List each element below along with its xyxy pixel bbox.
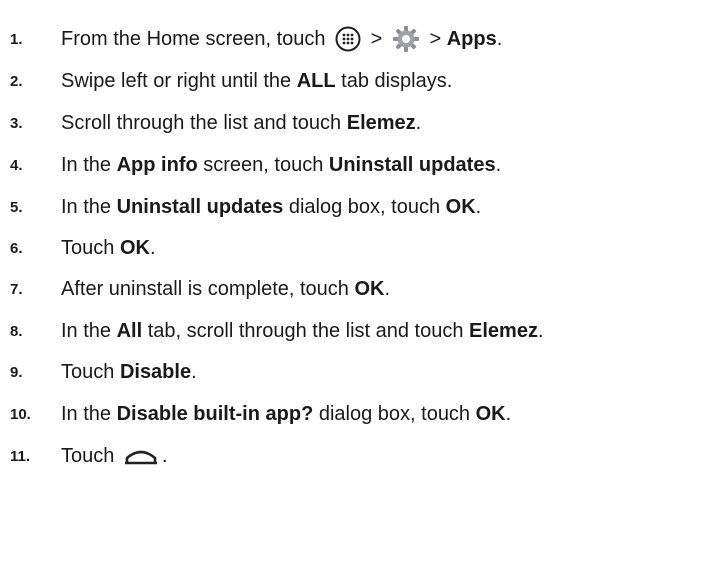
step-number: 8. [10, 322, 23, 340]
step-fragment: . [161, 444, 168, 467]
step-number: 1. [10, 30, 23, 48]
step-number: 3. [10, 114, 23, 132]
step-emphasis: OK [445, 195, 476, 218]
step-fragment: In the [61, 402, 117, 425]
step-item: 9. Touch Disable. [0, 352, 705, 392]
step-text: In the App info screen, touch Uninstall … [61, 154, 501, 177]
step-fragment: . [415, 111, 422, 134]
step-fragment: In the [61, 319, 117, 342]
step-emphasis: All [116, 319, 143, 342]
step-text: Scroll through the list and touch Elemez… [61, 112, 421, 135]
step-text: Touch Disable. [61, 361, 197, 384]
step-number: 2. [10, 72, 23, 90]
step-fragment: . [537, 319, 544, 342]
step-item: 11. Touch . [0, 436, 705, 476]
step-fragment: . [149, 236, 156, 259]
step-fragment: tab displays. [335, 69, 453, 92]
step-fragment: > [365, 27, 388, 50]
step-fragment: screen, touch [197, 153, 329, 176]
step-emphasis: OK [354, 277, 385, 300]
step-fragment: In the [61, 153, 117, 176]
step-fragment: dialog box, touch [283, 195, 446, 218]
step-fragment: . [384, 277, 391, 300]
step-number: 7. [10, 280, 23, 298]
step-text: Touch . [61, 445, 168, 468]
step-emphasis: ALL [296, 69, 336, 92]
step-item: 6. Touch OK. [0, 228, 705, 268]
step-text: In the Uninstall updates dialog box, tou… [61, 196, 481, 219]
step-fragment: . [495, 153, 502, 176]
step-emphasis: OK [119, 236, 150, 259]
step-fragment: dialog box, touch [313, 402, 476, 425]
step-text: Swipe left or right until the ALL tab di… [61, 70, 452, 93]
step-text: From the Home screen, touch > > Apps. [61, 25, 502, 53]
step-fragment: Scroll through the list and touch [61, 111, 347, 134]
step-number: 11. [10, 447, 31, 465]
step-fragment: . [505, 402, 512, 425]
step-number: 4. [10, 156, 23, 174]
home-icon [124, 446, 158, 466]
step-fragment: From the Home screen, touch [61, 27, 332, 50]
step-item: 3. Scroll through the list and touch Elem… [0, 103, 705, 143]
step-number: 10. [10, 405, 31, 423]
step-emphasis: Disable built-in app? [116, 402, 314, 425]
step-number: 6. [10, 239, 23, 257]
step-emphasis: App info [116, 153, 198, 176]
step-item: 8. In the All tab, scroll through the lis… [0, 311, 705, 351]
step-fragment: Swipe left or right until the [61, 69, 297, 92]
step-fragment: Touch [61, 236, 120, 259]
step-emphasis: OK [475, 402, 506, 425]
step-item: 2. Swipe left or right until the ALL tab … [0, 61, 705, 101]
step-fragment: tab, scroll through the list and touch [142, 319, 470, 342]
step-fragment: In the [61, 195, 117, 218]
settings-gear-icon [392, 25, 420, 53]
step-fragment: . [475, 195, 482, 218]
step-fragment: Touch [61, 360, 120, 383]
step-fragment: After uninstall is complete, touch [61, 277, 355, 300]
step-text: After uninstall is complete, touch OK. [61, 278, 390, 301]
step-text: In the All tab, scroll through the list … [61, 320, 544, 343]
step-emphasis: Disable [119, 360, 192, 383]
step-fragment: . [496, 27, 503, 50]
step-fragment: > [423, 27, 447, 50]
step-item: 4. In the App info screen, touch Uninstal… [0, 145, 705, 185]
step-fragment: Touch [61, 444, 120, 467]
step-item: 1. From the Home screen, touch > > Apps. [0, 19, 705, 59]
step-number: 9. [10, 363, 23, 381]
step-item: 10. In the Disable built-in app? dialog b… [0, 394, 705, 434]
step-emphasis: Elemez [469, 319, 538, 342]
step-emphasis: Elemez [346, 111, 416, 134]
step-text: Touch OK. [61, 237, 156, 260]
step-emphasis: Apps [446, 27, 497, 50]
step-item: 7. After uninstall is complete, touch OK. [0, 269, 705, 309]
apps-icon [335, 26, 361, 52]
step-text: In the Disable built-in app? dialog box,… [61, 403, 511, 426]
step-fragment: . [191, 360, 197, 383]
step-emphasis: Uninstall updates [116, 195, 284, 218]
step-emphasis: Uninstall updates [328, 153, 496, 176]
step-item: 5. In the Uninstall updates dialog box, t… [0, 187, 705, 227]
step-number: 5. [10, 198, 23, 216]
